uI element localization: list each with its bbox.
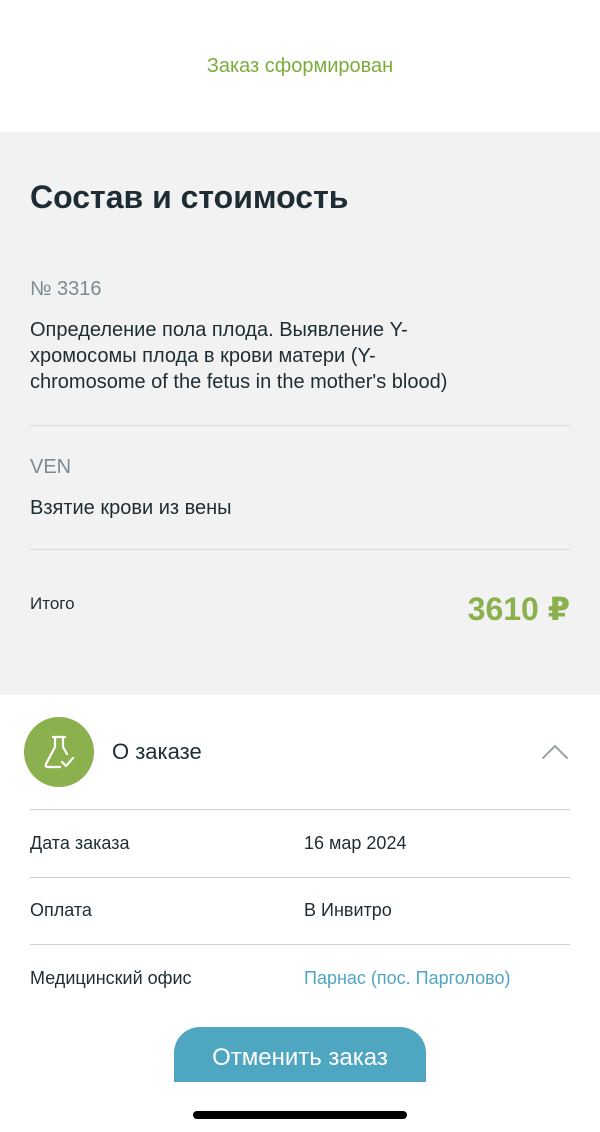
composition-section: Состав и стоимость № 3316 Определение по… [0, 132, 600, 695]
order-status-header: Заказ сформирован [0, 0, 600, 132]
flask-check-icon [24, 717, 94, 787]
item-name: Определение пола плода. Выявление Y-хром… [30, 319, 448, 394]
payment-value: В Инвитро [304, 900, 392, 921]
order-status-text: Заказ сформирован [206, 54, 394, 77]
bottom-bar [0, 1082, 600, 1132]
order-date-value: 16 мар 2024 [304, 832, 407, 853]
home-indicator[interactable] [193, 1111, 407, 1119]
medical-office-label: Медицинский офис [30, 968, 192, 989]
payment-row: Оплата В Инвитро [30, 878, 570, 945]
total-value: 3610 ₽ [467, 591, 570, 628]
list-item: VEN Взятие крови из вены [30, 426, 570, 551]
order-date-label: Дата заказа [30, 832, 130, 853]
total-row: Итого 3610 ₽ [30, 550, 570, 628]
medical-office-row: Медицинский офис Парнас (пос. Парголово) [30, 945, 570, 1013]
medical-office-link[interactable]: Парнас (пос. Парголово) [304, 968, 511, 989]
item-code: № 3316 [30, 278, 102, 301]
order-details-title: О заказе [112, 739, 202, 764]
payment-label: Оплата [30, 900, 92, 921]
total-label: Итого [30, 594, 75, 614]
order-date-row: Дата заказа 16 мар 2024 [30, 810, 570, 878]
chevron-up-icon[interactable] [540, 742, 570, 762]
composition-title: Состав и стоимость [30, 179, 349, 215]
item-code: VEN [30, 456, 72, 479]
cancel-order-button[interactable]: Отменить заказ [174, 1027, 426, 1089]
list-item: № 3316 Определение пола плода. Выявление… [30, 216, 570, 427]
item-name: Взятие крови из вены [30, 497, 232, 520]
order-details-toggle[interactable]: О заказе [24, 695, 570, 810]
